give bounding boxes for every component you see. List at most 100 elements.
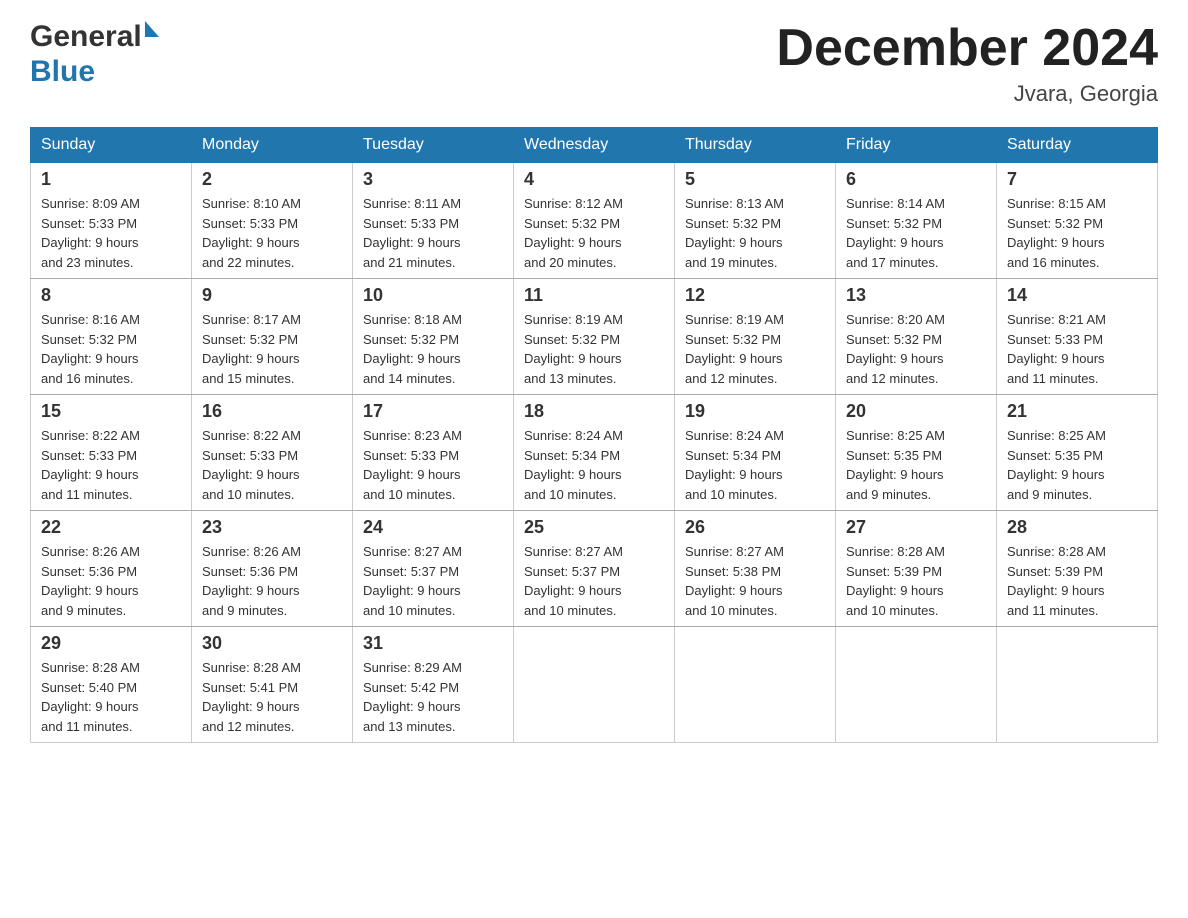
calendar-body: 1 Sunrise: 8:09 AM Sunset: 5:33 PM Dayli… bbox=[31, 163, 1158, 743]
day-cell: 15 Sunrise: 8:22 AM Sunset: 5:33 PM Dayl… bbox=[31, 395, 192, 511]
day-cell: 31 Sunrise: 8:29 AM Sunset: 5:42 PM Dayl… bbox=[353, 627, 514, 743]
day-info: Sunrise: 8:09 AM Sunset: 5:33 PM Dayligh… bbox=[41, 194, 181, 272]
day-info: Sunrise: 8:19 AM Sunset: 5:32 PM Dayligh… bbox=[685, 310, 825, 388]
week-row-5: 29 Sunrise: 8:28 AM Sunset: 5:40 PM Dayl… bbox=[31, 627, 1158, 743]
day-cell: 19 Sunrise: 8:24 AM Sunset: 5:34 PM Dayl… bbox=[675, 395, 836, 511]
day-cell: 9 Sunrise: 8:17 AM Sunset: 5:32 PM Dayli… bbox=[192, 279, 353, 395]
day-cell bbox=[997, 627, 1158, 743]
week-row-2: 8 Sunrise: 8:16 AM Sunset: 5:32 PM Dayli… bbox=[31, 279, 1158, 395]
day-cell: 3 Sunrise: 8:11 AM Sunset: 5:33 PM Dayli… bbox=[353, 163, 514, 279]
day-number: 26 bbox=[685, 517, 825, 538]
day-number: 15 bbox=[41, 401, 181, 422]
day-info: Sunrise: 8:22 AM Sunset: 5:33 PM Dayligh… bbox=[202, 426, 342, 504]
day-cell bbox=[675, 627, 836, 743]
day-number: 31 bbox=[363, 633, 503, 654]
day-number: 9 bbox=[202, 285, 342, 306]
logo-blue-text: Blue bbox=[30, 55, 95, 88]
day-number: 23 bbox=[202, 517, 342, 538]
day-info: Sunrise: 8:26 AM Sunset: 5:36 PM Dayligh… bbox=[202, 542, 342, 620]
week-row-4: 22 Sunrise: 8:26 AM Sunset: 5:36 PM Dayl… bbox=[31, 511, 1158, 627]
day-info: Sunrise: 8:24 AM Sunset: 5:34 PM Dayligh… bbox=[524, 426, 664, 504]
day-number: 30 bbox=[202, 633, 342, 654]
calendar-table: SundayMondayTuesdayWednesdayThursdayFrid… bbox=[30, 127, 1158, 743]
day-number: 6 bbox=[846, 169, 986, 190]
day-cell: 25 Sunrise: 8:27 AM Sunset: 5:37 PM Dayl… bbox=[514, 511, 675, 627]
day-cell: 7 Sunrise: 8:15 AM Sunset: 5:32 PM Dayli… bbox=[997, 163, 1158, 279]
day-cell: 26 Sunrise: 8:27 AM Sunset: 5:38 PM Dayl… bbox=[675, 511, 836, 627]
day-cell: 27 Sunrise: 8:28 AM Sunset: 5:39 PM Dayl… bbox=[836, 511, 997, 627]
day-number: 24 bbox=[363, 517, 503, 538]
day-info: Sunrise: 8:27 AM Sunset: 5:37 PM Dayligh… bbox=[363, 542, 503, 620]
day-number: 29 bbox=[41, 633, 181, 654]
day-info: Sunrise: 8:16 AM Sunset: 5:32 PM Dayligh… bbox=[41, 310, 181, 388]
day-info: Sunrise: 8:19 AM Sunset: 5:32 PM Dayligh… bbox=[524, 310, 664, 388]
day-cell: 5 Sunrise: 8:13 AM Sunset: 5:32 PM Dayli… bbox=[675, 163, 836, 279]
day-number: 8 bbox=[41, 285, 181, 306]
day-info: Sunrise: 8:25 AM Sunset: 5:35 PM Dayligh… bbox=[846, 426, 986, 504]
day-number: 4 bbox=[524, 169, 664, 190]
day-cell: 23 Sunrise: 8:26 AM Sunset: 5:36 PM Dayl… bbox=[192, 511, 353, 627]
week-row-1: 1 Sunrise: 8:09 AM Sunset: 5:33 PM Dayli… bbox=[31, 163, 1158, 279]
day-info: Sunrise: 8:29 AM Sunset: 5:42 PM Dayligh… bbox=[363, 658, 503, 736]
day-info: Sunrise: 8:22 AM Sunset: 5:33 PM Dayligh… bbox=[41, 426, 181, 504]
day-number: 22 bbox=[41, 517, 181, 538]
logo: General Blue bbox=[30, 20, 159, 89]
header-cell-saturday: Saturday bbox=[997, 128, 1158, 163]
day-number: 11 bbox=[524, 285, 664, 306]
day-number: 3 bbox=[363, 169, 503, 190]
day-number: 18 bbox=[524, 401, 664, 422]
day-cell: 18 Sunrise: 8:24 AM Sunset: 5:34 PM Dayl… bbox=[514, 395, 675, 511]
day-info: Sunrise: 8:28 AM Sunset: 5:40 PM Dayligh… bbox=[41, 658, 181, 736]
day-number: 5 bbox=[685, 169, 825, 190]
day-cell bbox=[836, 627, 997, 743]
day-number: 10 bbox=[363, 285, 503, 306]
day-info: Sunrise: 8:10 AM Sunset: 5:33 PM Dayligh… bbox=[202, 194, 342, 272]
day-info: Sunrise: 8:24 AM Sunset: 5:34 PM Dayligh… bbox=[685, 426, 825, 504]
day-number: 19 bbox=[685, 401, 825, 422]
header-cell-monday: Monday bbox=[192, 128, 353, 163]
day-number: 17 bbox=[363, 401, 503, 422]
day-info: Sunrise: 8:13 AM Sunset: 5:32 PM Dayligh… bbox=[685, 194, 825, 272]
day-info: Sunrise: 8:28 AM Sunset: 5:39 PM Dayligh… bbox=[846, 542, 986, 620]
day-info: Sunrise: 8:12 AM Sunset: 5:32 PM Dayligh… bbox=[524, 194, 664, 272]
logo-arrow-icon bbox=[145, 21, 159, 37]
day-number: 25 bbox=[524, 517, 664, 538]
location-text: Jvara, Georgia bbox=[776, 81, 1158, 107]
day-cell: 29 Sunrise: 8:28 AM Sunset: 5:40 PM Dayl… bbox=[31, 627, 192, 743]
page-header: General Blue December 2024 Jvara, Georgi… bbox=[30, 20, 1158, 107]
day-cell: 30 Sunrise: 8:28 AM Sunset: 5:41 PM Dayl… bbox=[192, 627, 353, 743]
day-info: Sunrise: 8:23 AM Sunset: 5:33 PM Dayligh… bbox=[363, 426, 503, 504]
day-cell: 8 Sunrise: 8:16 AM Sunset: 5:32 PM Dayli… bbox=[31, 279, 192, 395]
day-info: Sunrise: 8:21 AM Sunset: 5:33 PM Dayligh… bbox=[1007, 310, 1147, 388]
day-number: 1 bbox=[41, 169, 181, 190]
day-cell: 24 Sunrise: 8:27 AM Sunset: 5:37 PM Dayl… bbox=[353, 511, 514, 627]
day-cell: 22 Sunrise: 8:26 AM Sunset: 5:36 PM Dayl… bbox=[31, 511, 192, 627]
day-cell: 16 Sunrise: 8:22 AM Sunset: 5:33 PM Dayl… bbox=[192, 395, 353, 511]
week-row-3: 15 Sunrise: 8:22 AM Sunset: 5:33 PM Dayl… bbox=[31, 395, 1158, 511]
day-number: 20 bbox=[846, 401, 986, 422]
month-title: December 2024 bbox=[776, 20, 1158, 77]
day-number: 2 bbox=[202, 169, 342, 190]
header-cell-friday: Friday bbox=[836, 128, 997, 163]
header-cell-thursday: Thursday bbox=[675, 128, 836, 163]
day-info: Sunrise: 8:20 AM Sunset: 5:32 PM Dayligh… bbox=[846, 310, 986, 388]
day-number: 21 bbox=[1007, 401, 1147, 422]
day-info: Sunrise: 8:26 AM Sunset: 5:36 PM Dayligh… bbox=[41, 542, 181, 620]
header-row: SundayMondayTuesdayWednesdayThursdayFrid… bbox=[31, 128, 1158, 163]
day-info: Sunrise: 8:28 AM Sunset: 5:39 PM Dayligh… bbox=[1007, 542, 1147, 620]
day-cell: 10 Sunrise: 8:18 AM Sunset: 5:32 PM Dayl… bbox=[353, 279, 514, 395]
day-info: Sunrise: 8:18 AM Sunset: 5:32 PM Dayligh… bbox=[363, 310, 503, 388]
day-number: 28 bbox=[1007, 517, 1147, 538]
day-info: Sunrise: 8:27 AM Sunset: 5:37 PM Dayligh… bbox=[524, 542, 664, 620]
title-area: December 2024 Jvara, Georgia bbox=[776, 20, 1158, 107]
day-cell: 2 Sunrise: 8:10 AM Sunset: 5:33 PM Dayli… bbox=[192, 163, 353, 279]
header-cell-wednesday: Wednesday bbox=[514, 128, 675, 163]
day-cell: 13 Sunrise: 8:20 AM Sunset: 5:32 PM Dayl… bbox=[836, 279, 997, 395]
day-cell: 12 Sunrise: 8:19 AM Sunset: 5:32 PM Dayl… bbox=[675, 279, 836, 395]
header-cell-tuesday: Tuesday bbox=[353, 128, 514, 163]
day-info: Sunrise: 8:15 AM Sunset: 5:32 PM Dayligh… bbox=[1007, 194, 1147, 272]
day-info: Sunrise: 8:27 AM Sunset: 5:38 PM Dayligh… bbox=[685, 542, 825, 620]
day-cell bbox=[514, 627, 675, 743]
day-info: Sunrise: 8:28 AM Sunset: 5:41 PM Dayligh… bbox=[202, 658, 342, 736]
calendar-header: SundayMondayTuesdayWednesdayThursdayFrid… bbox=[31, 128, 1158, 163]
